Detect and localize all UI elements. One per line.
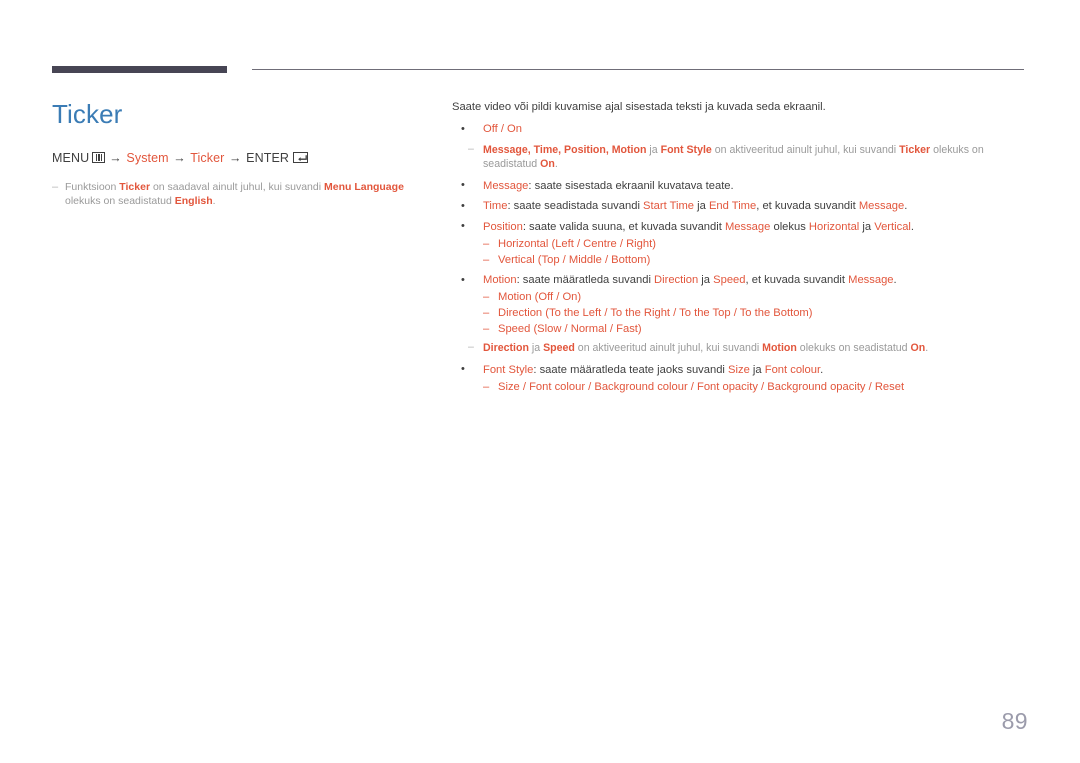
left-note-text-4: . [212,195,216,207]
option-vertical: Vertical [874,220,911,233]
note2-kw-motion: Motion [762,342,797,354]
sub-item-direction: Direction (To the Left / To the Right / … [483,305,1026,321]
note2-text-4: . [925,342,929,354]
note-kw-font-style: Font Style [660,143,712,156]
left-note-kw-menu-language: Menu Language [323,181,404,193]
list-item-time: Time: saate seadistada suvandi Start Tim… [452,199,1026,214]
option-font-style: Font Style [483,363,534,376]
note2-text-2: on aktiveeritud ainult juhul, kui suvand… [574,342,763,354]
list-item-note-direction-speed: Direction ja Speed on aktiveeritud ainul… [452,340,1026,356]
note-text-1: ja [646,143,661,156]
option-time-message-ref: Message [858,200,905,212]
menu-path-step-ticker: Ticker [190,151,225,165]
intro-paragraph: Saate video või pildi kuvamise ajal sise… [452,101,826,113]
menu-grid-icon [92,152,106,163]
menu-path: MENU → System → Ticker → ENTER [52,150,427,166]
left-note-text-1: Funktsioon [65,181,120,193]
option-position-body-3: ja [859,220,875,233]
sub-item-horizontal: Horizontal (Left / Centre / Right) [483,236,1026,252]
note2-kw-speed: Speed [543,342,575,354]
right-column: Saate video või pildi kuvamise ajal sise… [452,100,1026,400]
menu-path-enter-label: ENTER [246,151,290,165]
note-kw-on: On [540,158,555,170]
option-motion: Motion [483,274,517,286]
option-font-style-body-2: ja [749,363,765,376]
header-rule-thick [52,66,227,73]
note-kw-list: Message, Time, Position, Motion [483,143,647,156]
sub-item-font-style-options: Size / Font colour / Background colour /… [483,379,1026,395]
menu-path-arrow-3: → [228,151,242,165]
option-size: Size [728,363,750,376]
option-position-body-4: . [910,220,915,233]
note2-text-1: ja [528,342,544,354]
menu-path-step-system: System [126,151,169,165]
enter-key-icon [293,152,309,163]
left-note-kw-english: English [174,195,213,207]
left-note-text-2: on saadaval ainult juhul, kui suvandi [150,181,324,193]
left-note-kw-ticker: Ticker [119,181,151,193]
option-position: Position [483,220,523,233]
position-sub-list: Horizontal (Left / Centre / Right) Verti… [483,236,1026,268]
option-time: Time [483,200,508,212]
note-text-2: on aktiveeritud ainult juhul, kui suvand… [711,143,900,156]
option-font-style-body-3: . [820,363,824,376]
option-position-body-2: olekus [770,220,809,233]
sub-item-vertical: Vertical (Top / Middle / Bottom) [483,252,1026,268]
option-font-colour: Font colour [764,363,821,376]
list-item-font-style: Font Style: saate määratleda teate jaoks… [452,362,1026,395]
note-message-time: Message, Time, Position, Motion ja Font … [465,142,1026,172]
list-item-note-message-time: Message, Time, Position, Motion ja Font … [452,142,1026,172]
list-item-motion: Motion: saate määratleda suvandi Directi… [452,273,1026,338]
option-horizontal: Horizontal [808,220,860,233]
menu-path-arrow-2: → [173,151,186,165]
option-speed: Speed [713,274,746,286]
note2-text-3: olekuks on seadistatud [796,342,911,354]
page-title: Ticker [52,99,123,129]
note-text-4: . [554,158,558,170]
option-time-body-3: , et kuvada suvandit [756,200,859,212]
left-note-text-3: olekuks on seadistatud [65,195,175,207]
header-rule-thin [252,69,1024,70]
option-motion-body-4: . [893,274,897,286]
option-position-body-1: : saate valida suuna, et kuvada suvandit [522,220,725,233]
menu-path-menu-label: MENU [52,151,90,165]
option-motion-message-ref: Message [848,274,894,286]
page-number: 89 [1001,708,1028,734]
option-font-style-body-1: : saate määratleda teate jaoks suvandi [533,363,729,376]
note-direction-speed: Direction ja Speed on aktiveeritud ainul… [465,340,1026,356]
option-time-body-4: . [904,200,908,212]
option-motion-body-3: , et kuvada suvandit [745,274,849,286]
note2-kw-direction: Direction [483,342,529,354]
settings-list: Off / On Message, Time, Position, Motion… [452,122,1026,395]
header-rules [52,66,1024,76]
option-direction: Direction [654,274,699,286]
option-position-message-ref: Message [724,220,771,233]
option-message-body: : saate sisestada ekraanil kuvatava teat… [528,179,734,192]
list-item-position: Position: saate valida suuna, et kuvada … [452,219,1026,268]
option-message: Message [483,179,529,192]
option-time-body-2: ja [694,200,709,212]
document-page: Ticker MENU → System → Ticker → ENTER Fun… [0,0,1080,763]
motion-sub-list: Motion (Off / On) Direction (To the Left… [483,289,1026,337]
left-column-note: Funktsioon Ticker on saadaval ainult juh… [52,180,433,208]
list-item-off-on: Off / On [452,122,1026,137]
sub-item-speed: Speed (Slow / Normal / Fast) [483,321,1026,337]
option-end-time: End Time [708,200,757,212]
menu-path-arrow-1: → [109,151,122,165]
left-column: Ticker MENU → System → Ticker → ENTER Fun… [52,98,427,208]
list-item-message: Message: saate sisestada ekraanil kuvata… [452,178,1026,194]
option-motion-body-2: ja [698,274,714,286]
note2-kw-on: On [910,342,926,354]
font-style-sub-list: Size / Font colour / Background colour /… [483,379,1026,395]
sub-item-motion: Motion (Off / On) [483,289,1026,305]
option-motion-body-1: : saate määratleda suvandi [516,274,655,286]
option-time-body-1: : saate seadistada suvandi [507,200,644,212]
option-start-time: Start Time [643,200,695,212]
note-kw-ticker: Ticker [899,143,931,156]
option-off-on: Off / On [483,123,522,135]
